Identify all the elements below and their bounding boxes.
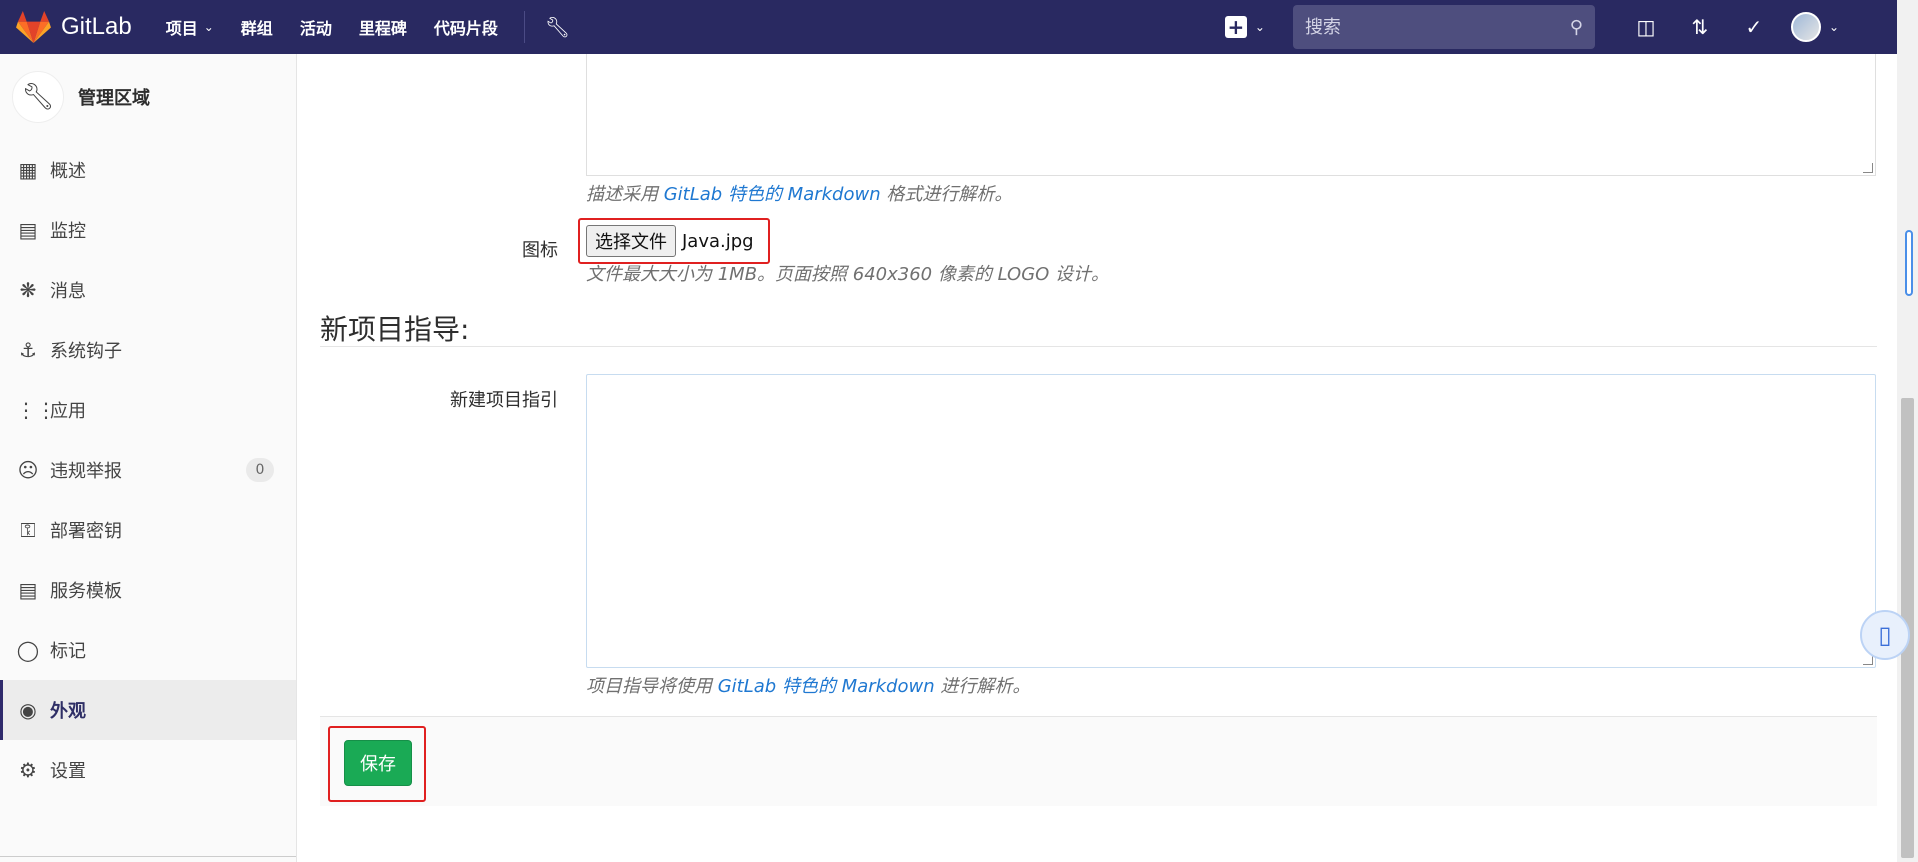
sidebar-item-messages[interactable]: ❋ 消息 bbox=[0, 260, 296, 320]
applications-icon: ⋮⋮ bbox=[16, 398, 56, 422]
logo-label: 图标 bbox=[522, 240, 558, 261]
description-textarea[interactable] bbox=[586, 54, 1876, 176]
avatar bbox=[1790, 12, 1821, 42]
new-dropdown-button[interactable]: + ⌄ bbox=[1224, 16, 1265, 38]
selected-file-name: Java.jpg bbox=[682, 230, 754, 252]
main-content: 描述采用 GitLab 特色的 Markdown 格式进行解析。 图标 选择文件… bbox=[298, 54, 1897, 862]
form-actions-bar bbox=[320, 716, 1877, 806]
sidebar-item-label: 部署密钥 bbox=[50, 521, 122, 542]
sidebar-item-labels[interactable]: ◯ 标记 bbox=[0, 620, 296, 680]
sidebar-header[interactable]: 🔧︎ 管理区域 bbox=[0, 54, 296, 140]
save-highlight: 保存 bbox=[328, 726, 426, 802]
help-suffix: 格式进行解析。 bbox=[886, 184, 1013, 205]
page-scrollbar[interactable] bbox=[1897, 0, 1918, 862]
save-button[interactable]: 保存 bbox=[344, 740, 412, 786]
sidebar-item-label: 应用 bbox=[50, 401, 86, 422]
logo-help-text: 文件最大大小为 1MB。页面按照 640x360 像素的 LOGO 设计。 bbox=[586, 264, 1110, 285]
search-box: ⚲ bbox=[1292, 5, 1595, 49]
collapse-sidebar-bar[interactable] bbox=[0, 856, 296, 862]
nav-projects[interactable]: 项目 ⌄ bbox=[166, 15, 214, 39]
sidebar-item-appearance[interactable]: ◉ 外观 bbox=[0, 680, 296, 740]
new-project-guidelines-textarea[interactable] bbox=[586, 374, 1876, 668]
sidebar-item-monitoring[interactable]: ▤ 监控 bbox=[0, 200, 296, 260]
resize-handle-icon[interactable] bbox=[1863, 163, 1873, 173]
nav-milestones[interactable]: 里程碑 bbox=[359, 15, 407, 39]
nav-snippets[interactable]: 代码片段 bbox=[434, 15, 498, 39]
section-divider bbox=[320, 346, 1877, 347]
sidebar-item-abuse-reports[interactable]: ☹ 违规举报 0 bbox=[0, 440, 296, 500]
search-input[interactable] bbox=[1304, 16, 1570, 38]
logo-text: GitLab bbox=[61, 13, 132, 40]
nav-activity[interactable]: 活动 bbox=[300, 15, 332, 39]
key-icon: ⚿ bbox=[20, 518, 36, 542]
nav-groups[interactable]: 群组 bbox=[241, 15, 273, 39]
sidebar-item-system-hooks[interactable]: ⚓︎ 系统钩子 bbox=[0, 320, 296, 380]
sidebar-item-label: 违规举报 bbox=[50, 461, 122, 482]
help-prefix: 项目指导将使用 bbox=[586, 676, 712, 697]
sidebar-item-service-templates[interactable]: ▤ 服务模板 bbox=[0, 560, 296, 620]
plus-square-icon: + bbox=[1224, 16, 1247, 38]
admin-wrench-icon[interactable]: 🔧︎ bbox=[545, 15, 570, 39]
label-tag-icon: ◯ bbox=[16, 638, 40, 662]
sidebar-item-applications[interactable]: ⋮⋮ 应用 bbox=[0, 380, 296, 440]
count-badge: 0 bbox=[246, 458, 274, 482]
overview-grid-icon: ▦ bbox=[18, 158, 38, 182]
help-prefix: 描述采用 bbox=[586, 184, 658, 205]
sidebar-item-label: 监控 bbox=[50, 221, 86, 242]
scroll-indicator[interactable] bbox=[1905, 230, 1913, 296]
sidebar-item-label: 设置 bbox=[50, 761, 86, 782]
sidebar-title: 管理区域 bbox=[78, 88, 150, 109]
sidebar-item-label: 服务模板 bbox=[50, 581, 122, 602]
sidebar-item-deploy-keys[interactable]: ⚿ 部署密钥 bbox=[0, 500, 296, 560]
gitlab-tanuki-icon bbox=[16, 11, 51, 43]
template-icon: ▤ bbox=[18, 578, 38, 602]
sidebar-item-label: 标记 bbox=[50, 641, 86, 662]
gitlab-logo[interactable]: GitLab bbox=[16, 0, 132, 54]
abuse-face-icon: ☹ bbox=[17, 458, 39, 482]
sidebar-item-label: 系统钩子 bbox=[50, 341, 122, 362]
sidebar-item-label: 概述 bbox=[50, 161, 86, 182]
logo-file-input[interactable]: 选择文件 Java.jpg bbox=[578, 218, 770, 264]
todos-check-icon[interactable]: ✓ bbox=[1727, 15, 1781, 39]
sidebar-item-overview[interactable]: ▦ 概述 bbox=[0, 140, 296, 200]
markdown-link[interactable]: GitLab 特色的 Markdown bbox=[718, 676, 935, 697]
guide-label: 新建项目指引 bbox=[450, 390, 558, 411]
search-icon[interactable]: ⚲ bbox=[1570, 17, 1583, 38]
nav-projects-label: 项目 bbox=[165, 19, 198, 38]
markdown-link[interactable]: GitLab 特色的 Markdown bbox=[664, 184, 881, 205]
merge-request-icon[interactable]: ⇅ bbox=[1673, 15, 1727, 39]
chevron-down-icon: ⌄ bbox=[203, 20, 214, 34]
help-suffix: 进行解析。 bbox=[940, 676, 1031, 697]
top-navbar: GitLab 项目 ⌄ 群组 活动 里程碑 代码片段 🔧︎ + ⌄ ⚲ ◫ ⇅ ✓… bbox=[0, 0, 1897, 54]
sidebar-item-label: 消息 bbox=[50, 281, 86, 302]
admin-sidebar: 🔧︎ 管理区域 ▦ 概述 ▤ 监控 ❋ 消息 ⚓︎ 系统钩子 ⋮⋮ 应用 ☹ 违… bbox=[0, 54, 297, 862]
wrench-icon: 🔧︎ bbox=[12, 71, 64, 123]
chevron-down-icon: ⌄ bbox=[1254, 20, 1265, 34]
guide-help-text: 项目指导将使用 GitLab 特色的 Markdown 进行解析。 bbox=[586, 672, 1030, 698]
anchor-icon: ⚓︎ bbox=[19, 338, 37, 362]
issues-icon[interactable]: ◫ bbox=[1619, 15, 1673, 39]
broadcast-icon: ❋ bbox=[19, 278, 37, 302]
palette-icon: ◉ bbox=[19, 698, 37, 722]
mouse-assistant-icon[interactable]: ▯ bbox=[1860, 610, 1910, 660]
user-menu[interactable]: ⌄ bbox=[1790, 12, 1839, 42]
description-help-text: 描述采用 GitLab 特色的 Markdown 格式进行解析。 bbox=[586, 180, 1012, 206]
sidebar-item-label: 外观 bbox=[50, 701, 86, 722]
choose-file-button[interactable]: 选择文件 bbox=[586, 225, 676, 257]
monitor-icon: ▤ bbox=[18, 218, 38, 242]
sidebar-item-settings[interactable]: ⚙︎ 设置 bbox=[0, 740, 296, 800]
section-title: 新项目指导: bbox=[320, 313, 470, 346]
chevron-down-icon: ⌄ bbox=[1828, 20, 1839, 34]
nav-divider bbox=[523, 11, 525, 43]
gear-icon: ⚙︎ bbox=[19, 758, 37, 782]
